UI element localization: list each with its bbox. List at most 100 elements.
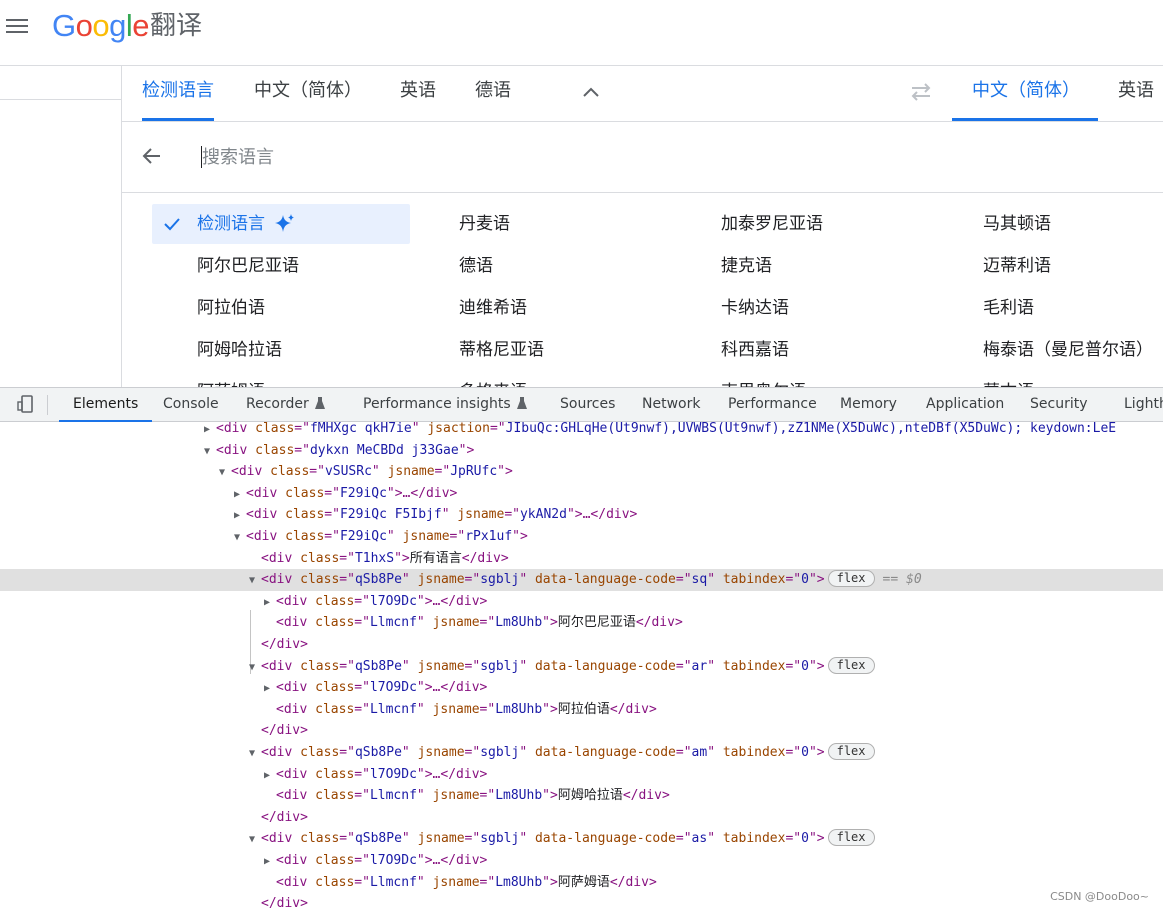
lang-item[interactable]: 梅泰语（曼尼普尔语） — [983, 330, 1153, 370]
lang-item[interactable]: 阿尔巴尼亚语 — [197, 246, 299, 286]
lang-item[interactable]: 迪维希语 — [459, 288, 527, 328]
collapse-triangle-icon[interactable]: ▼ — [249, 829, 261, 851]
expand-triangle-icon[interactable]: ▶ — [264, 678, 276, 700]
devtools-tab-sources[interactable]: Sources — [560, 388, 615, 421]
google-logo[interactable]: Google — [52, 6, 150, 46]
dom-node[interactable]: </div> — [0, 807, 1163, 829]
device-toolbar-icon[interactable] — [16, 394, 36, 414]
search-languages-input[interactable] — [200, 140, 704, 174]
dom-token: =" — [479, 701, 496, 717]
expand-triangle-icon[interactable]: ▶ — [264, 851, 276, 873]
lang-item-detect[interactable]: 检测语言 — [152, 204, 410, 244]
swap-languages-icon[interactable] — [908, 79, 934, 105]
dom-node[interactable]: </div> — [0, 893, 1163, 910]
lang-item[interactable]: 捷克语 — [721, 246, 772, 286]
dom-node[interactable]: <div class="Llmcnf" jsname="Lm8Uhb">阿姆哈拉… — [0, 785, 1163, 807]
dom-node[interactable]: <div class="T1hxS">所有语言</div> — [0, 548, 1163, 570]
dom-node[interactable]: <div class="Llmcnf" jsname="Lm8Uhb">阿拉伯语… — [0, 699, 1163, 721]
dom-token: jsname — [432, 615, 480, 631]
dom-node[interactable]: ▼ <div class="qSb8Pe" jsname="sgblj" data… — [0, 828, 1163, 850]
dom-node[interactable]: ▼ <div class="vSUSRc" jsname="JpRUfc"> — [0, 461, 1163, 483]
source-tab-english[interactable]: 英语 — [400, 65, 436, 121]
dom-node[interactable]: ▶ <div class="F29iQc">…</div> — [0, 483, 1163, 505]
lang-item[interactable]: 马其顿语 — [983, 204, 1051, 244]
dom-node[interactable]: <div class="Llmcnf" jsname="Lm8Uhb">阿尔巴尼… — [0, 612, 1163, 634]
flex-badge[interactable]: flex — [827, 656, 875, 674]
dom-token: jsname — [457, 507, 505, 523]
source-tab-chinese-simplified[interactable]: 中文（简体） — [254, 65, 362, 121]
target-tab-english[interactable]: 英语 — [1118, 65, 1154, 121]
devtools-tab-performance[interactable]: Performance — [728, 388, 817, 421]
dom-node[interactable]: ▼ <div class="dykxn MeCBDd j33Gae"> — [0, 440, 1163, 462]
devtools-tab-application[interactable]: Application — [926, 388, 1004, 421]
dom-token: Lm8Uhb — [495, 615, 543, 631]
devtools-tab-network[interactable]: Network — [642, 388, 700, 421]
devtools-tab-security[interactable]: Security — [1030, 388, 1088, 421]
devtools-tab-recorder[interactable]: Recorder — [246, 388, 325, 421]
expand-triangle-icon[interactable]: ▶ — [234, 484, 246, 506]
dom-token: =" — [339, 658, 355, 674]
dom-node[interactable]: ▼ <div class="qSb8Pe" jsname="sgblj" data… — [0, 656, 1163, 678]
lang-item[interactable]: 卡纳达语 — [721, 288, 789, 328]
lang-item[interactable]: 迈蒂利语 — [983, 246, 1051, 286]
lang-item[interactable]: 德语 — [459, 246, 493, 286]
dom-token: T1hxS — [354, 550, 395, 566]
dom-token: "> — [542, 788, 558, 804]
expand-triangle-icon[interactable]: ▶ — [234, 505, 246, 527]
collapse-triangle-icon[interactable]: ▼ — [249, 657, 261, 679]
lang-item[interactable]: 克里奥尔语 — [721, 372, 806, 387]
flex-badge[interactable]: flex — [827, 829, 875, 847]
dom-token: <div — [276, 853, 316, 868]
dom-node[interactable]: </div> — [0, 720, 1163, 742]
dom-token: "> — [458, 442, 475, 458]
devtools-tab-elements[interactable]: Elements — [58, 388, 153, 422]
dom-node[interactable]: ▶ <div class="F29iQc F5Ibjf" jsname="ykAN… — [0, 504, 1163, 526]
dom-node[interactable]: ▶ <div class="l7O9Dc">…</div> — [0, 850, 1163, 872]
source-tab-german[interactable]: 德语 — [475, 65, 511, 121]
dom-node[interactable]: ▶ <div class="l7O9Dc">…</div> — [0, 764, 1163, 786]
devtools-tab-memory[interactable]: Memory — [840, 388, 897, 421]
expand-triangle-icon[interactable]: ▶ — [264, 765, 276, 787]
dom-token: sgblj — [480, 658, 520, 674]
dom-token: data-language-code — [534, 572, 676, 588]
collapse-triangle-icon[interactable]: ▼ — [249, 570, 261, 592]
dom-node[interactable]: ▶ <div class="l7O9Dc">…</div> — [0, 677, 1163, 699]
devtools-tab-lighthouse[interactable]: Lighthouse — [1124, 388, 1163, 421]
collapse-triangle-icon[interactable]: ▼ — [234, 527, 246, 549]
lang-item[interactable]: 阿姆哈拉语 — [197, 330, 282, 370]
flex-badge[interactable]: flex — [827, 570, 875, 588]
expand-triangle-icon[interactable]: ▶ — [204, 422, 216, 441]
lang-item[interactable]: 加泰罗尼亚语 — [721, 204, 823, 244]
hamburger-menu-icon[interactable] — [6, 16, 28, 34]
dom-node-selected[interactable]: ▼ <div class="qSb8Pe" jsname="sgblj" data… — [0, 569, 1163, 591]
dom-node[interactable]: ▼ <div class="F29iQc" jsname="rPx1uf"> — [0, 526, 1163, 548]
lang-item[interactable]: 多格来语 — [459, 372, 527, 387]
expand-triangle-icon[interactable]: ▶ — [264, 592, 276, 614]
collapse-triangle-icon[interactable]: ▼ — [204, 441, 216, 463]
devtools-tab-performance-insights[interactable]: Performance insights — [363, 388, 527, 421]
lang-item[interactable]: 阿萨姆语 — [197, 372, 265, 387]
chevron-up-icon[interactable] — [581, 83, 601, 103]
target-tab-chinese-simplified[interactable]: 中文（简体） — [952, 65, 1098, 121]
dom-node[interactable]: ▶ <div class="l7O9Dc">…</div> — [0, 591, 1163, 613]
back-arrow-icon[interactable] — [140, 144, 164, 168]
dom-token: class — [315, 788, 355, 804]
dom-token: sgblj — [480, 831, 520, 847]
lang-item[interactable]: 蒙古语 — [983, 372, 1034, 387]
dom-node[interactable]: ▶ <div class="fMHXgc qkH7ie" jsaction="JI… — [0, 422, 1163, 440]
lang-item[interactable]: 科西嘉语 — [721, 330, 789, 370]
devtools-tab-console[interactable]: Console — [163, 388, 219, 421]
dom-node[interactable]: <div class="Llmcnf" jsname="Lm8Uhb">阿萨姆语… — [0, 872, 1163, 894]
lang-item[interactable]: 毛利语 — [983, 288, 1034, 328]
lang-item[interactable]: 阿拉伯语 — [197, 288, 265, 328]
collapse-triangle-icon[interactable]: ▼ — [249, 743, 261, 765]
lang-item[interactable]: 蒂格尼亚语 — [459, 330, 544, 370]
dom-token: =" — [434, 464, 451, 480]
source-tab-detect[interactable]: 检测语言 — [142, 65, 214, 121]
dom-node[interactable]: ▼ <div class="qSb8Pe" jsname="sgblj" data… — [0, 742, 1163, 764]
lang-item[interactable]: 丹麦语 — [459, 204, 510, 244]
dom-node[interactable]: </div> — [0, 634, 1163, 656]
flex-badge[interactable]: flex — [827, 743, 875, 760]
collapse-triangle-icon[interactable]: ▼ — [219, 462, 231, 484]
